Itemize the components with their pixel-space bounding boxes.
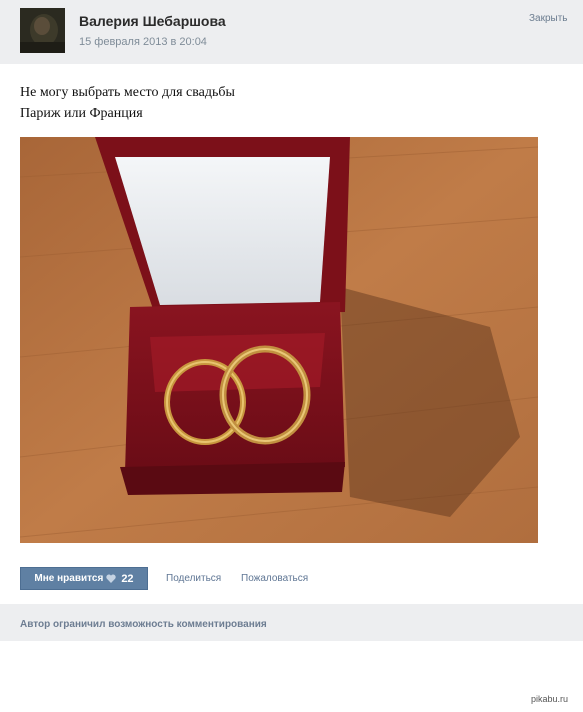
comments-disabled-notice: Автор ограничил возможность комментирова… <box>20 619 267 630</box>
heart-icon <box>106 574 116 583</box>
post-text-line-1: Не могу выбрать место для свадьбы <box>20 85 235 100</box>
like-count: 22 <box>121 572 134 585</box>
author-name[interactable]: Валерия Шебаршова <box>79 13 226 29</box>
post-header: Валерия Шебаршова 15 февраля 2013 в 20:0… <box>0 0 583 64</box>
watermark: pikabu.ru <box>531 694 569 704</box>
post-photo[interactable] <box>20 137 538 543</box>
post-text-line-2: Париж или Франция <box>20 106 143 121</box>
like-button[interactable]: Мне нравится 22 <box>20 567 148 590</box>
share-link[interactable]: Поделиться <box>166 573 221 584</box>
report-link[interactable]: Пожаловаться <box>241 573 308 584</box>
like-label: Мне нравится <box>34 573 104 584</box>
post-date[interactable]: 15 февраля 2013 в 20:04 <box>79 36 207 48</box>
close-button[interactable]: Закрыть <box>529 13 568 24</box>
post-text: Не могу выбрать место для свадьбы Париж … <box>20 82 235 124</box>
avatar[interactable] <box>20 8 65 53</box>
